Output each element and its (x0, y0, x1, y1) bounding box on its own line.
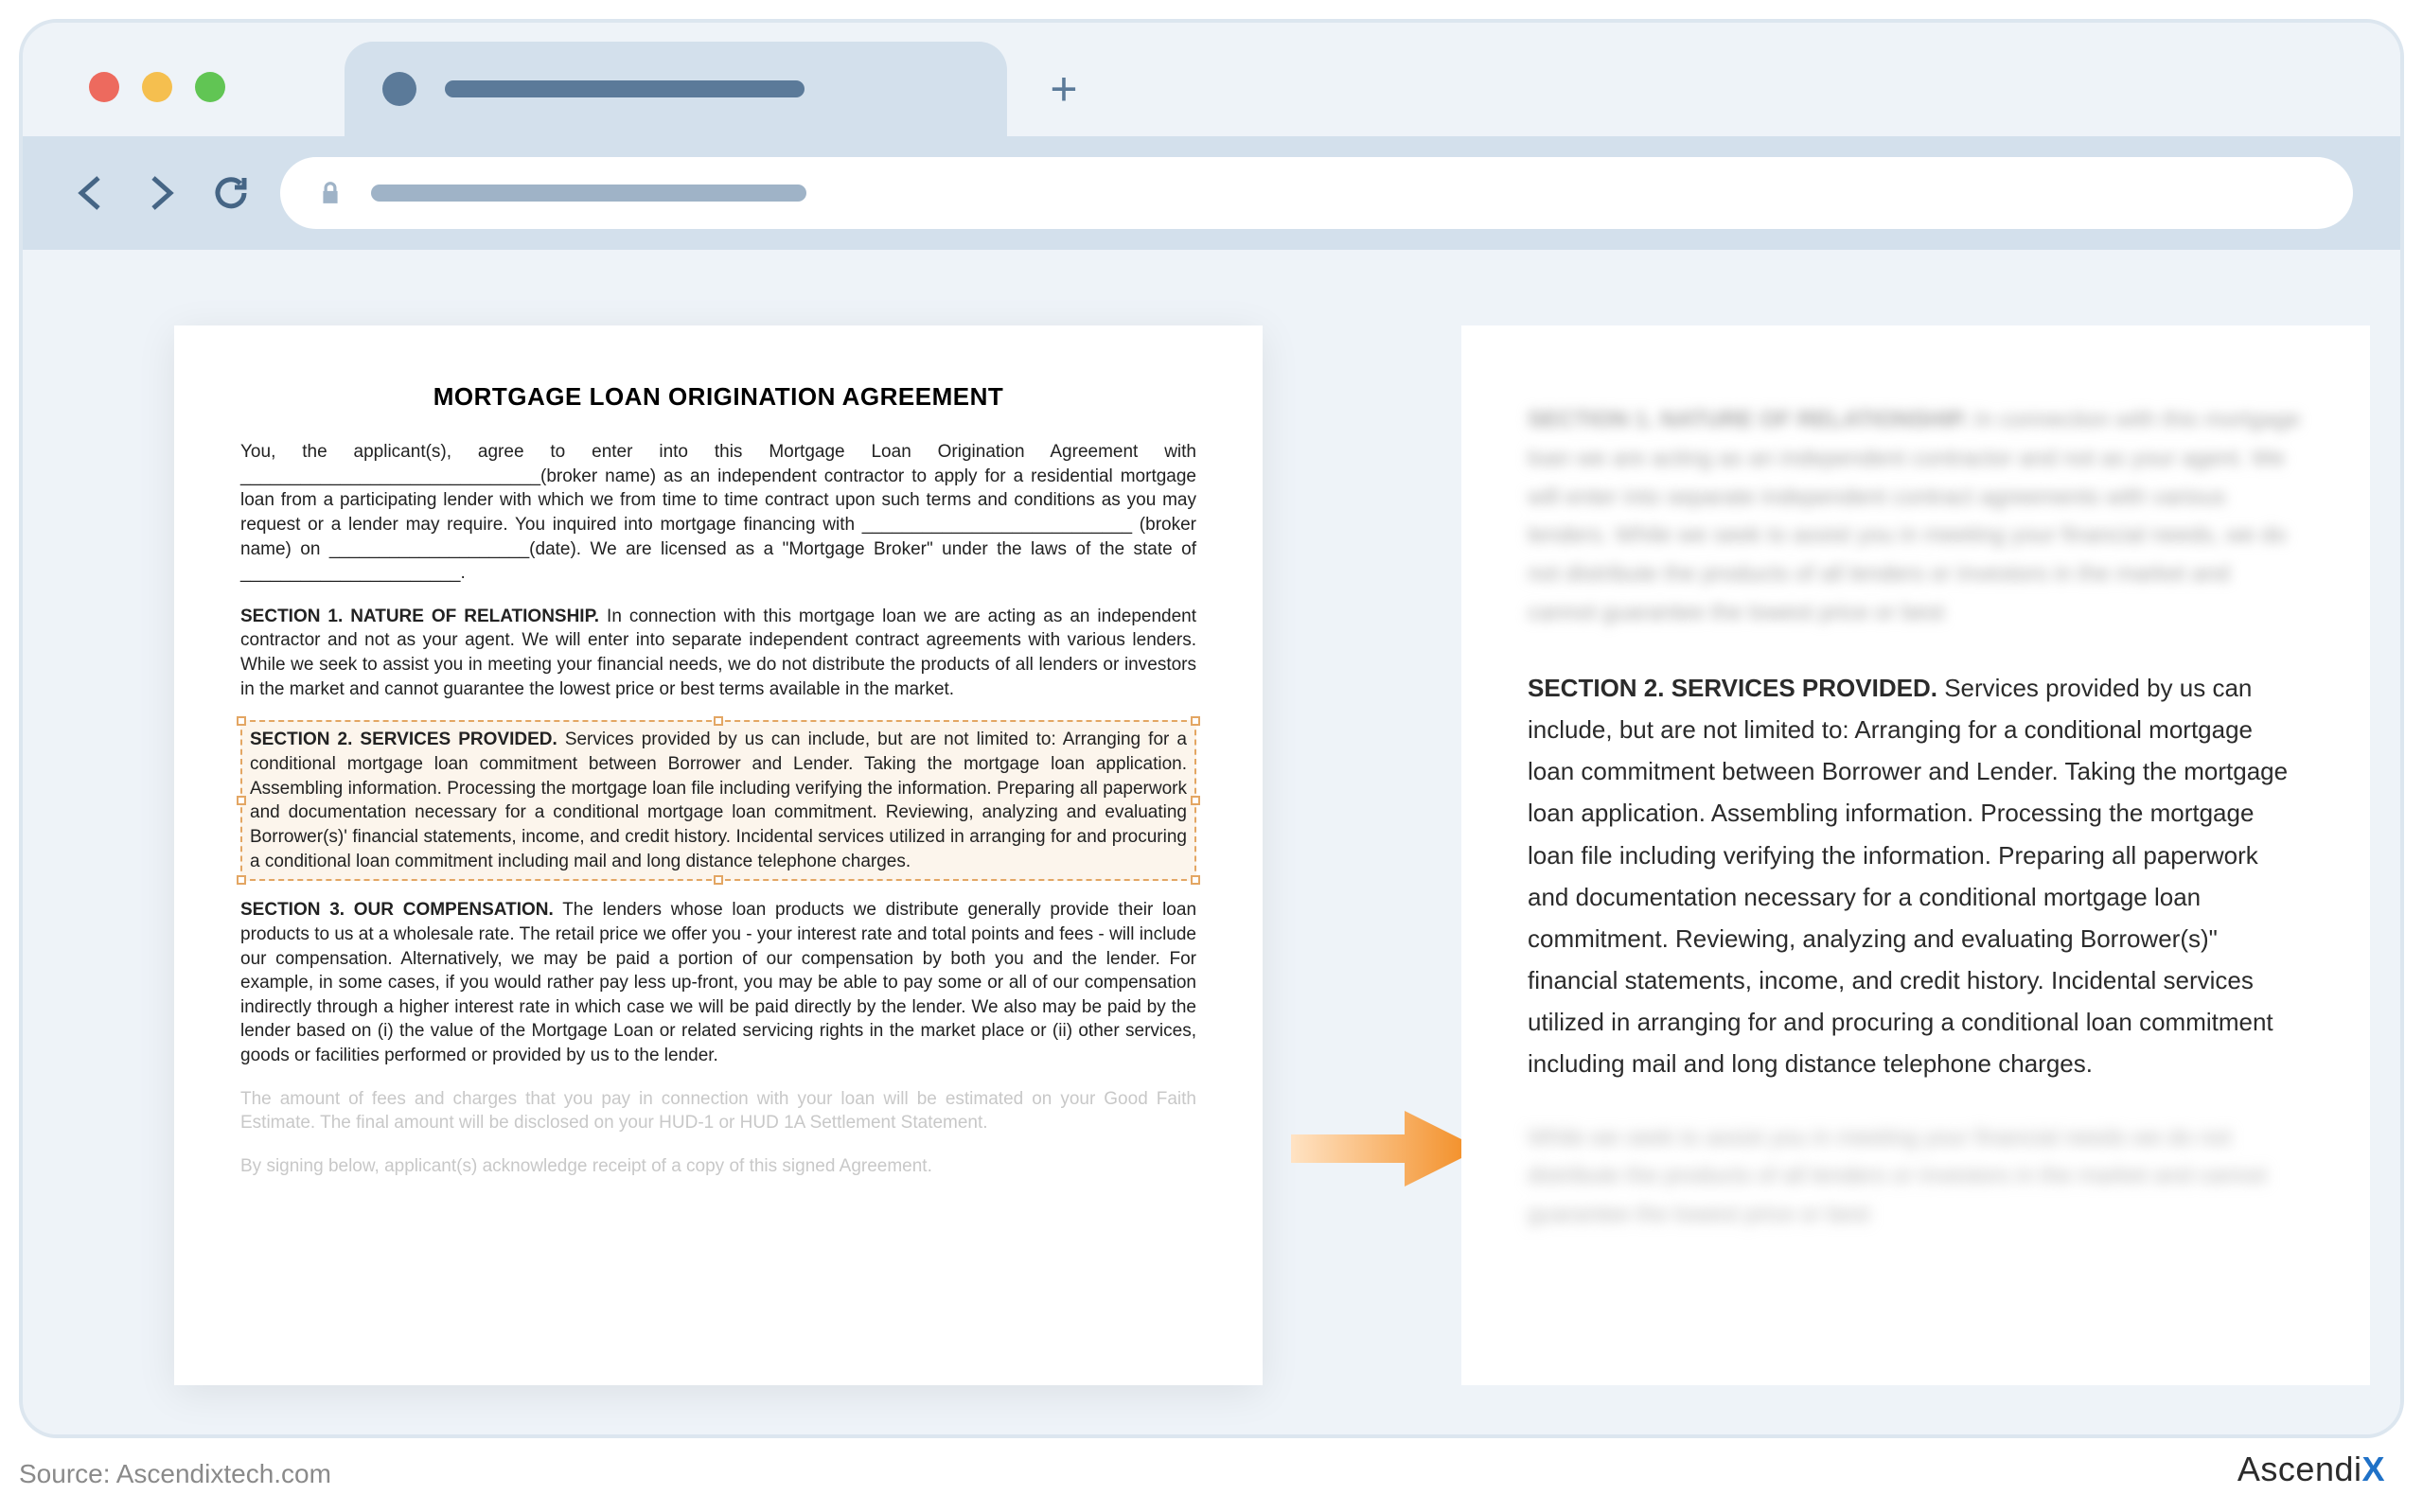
section-1-heading: SECTION 1. NATURE OF RELATIONSHIP. (240, 607, 599, 626)
tab-favicon-icon (382, 72, 416, 106)
extracted-heading: SECTION 2. SERVICES PROVIDED. (1528, 674, 1937, 702)
lock-icon (318, 181, 343, 205)
blurred-text-below: While we seek to assist you in meeting y… (1528, 1119, 2304, 1235)
extracted-body: Services provided by us can include, but… (1528, 674, 2288, 1079)
blurred-body: In connection with this mortgage loan we… (1528, 407, 2300, 625)
maximize-window-icon[interactable] (195, 72, 225, 102)
tab-bar: + (23, 23, 2400, 136)
new-tab-button[interactable]: + (1045, 42, 1083, 136)
document-section-2: SECTION 2. SERVICES PROVIDED. Services p… (250, 728, 1187, 873)
brand-text-a: Ascendi (2237, 1450, 2362, 1488)
document-title: MORTGAGE LOAN ORIGINATION AGREEMENT (240, 382, 1196, 412)
forward-button[interactable] (140, 172, 182, 214)
selection-handle-icon[interactable] (1191, 875, 1200, 885)
tab-title-placeholder (445, 80, 805, 97)
selection-handle-icon[interactable] (1191, 796, 1200, 805)
reload-button[interactable] (210, 172, 252, 214)
window-controls (89, 72, 225, 102)
section-3-heading: SECTION 3. OUR COMPENSATION. (240, 900, 554, 920)
browser-window: + MORTGAGE LOAN ORIGINATION AGREEMENT Yo… (19, 19, 2404, 1438)
selection-handle-icon[interactable] (237, 796, 246, 805)
address-bar[interactable] (280, 157, 2353, 229)
source-attribution: Source: Ascendixtech.com (19, 1459, 331, 1489)
section-3-body: The lenders whose loan products we distr… (240, 900, 1196, 1065)
selection-handle-icon[interactable] (714, 875, 723, 885)
url-placeholder (371, 185, 806, 202)
section-2-body: Services provided by us can include, but… (250, 730, 1187, 870)
nav-bar (23, 136, 2400, 250)
extraction-arrow-icon (1291, 1101, 1480, 1196)
extracted-text-panel: SECTION 1. NATURE OF RELATIONSHIP. In co… (1461, 325, 2370, 1385)
selection-handle-icon[interactable] (237, 716, 246, 726)
brand-logo: AscendiX (2237, 1450, 2385, 1489)
section-2-heading: SECTION 2. SERVICES PROVIDED. (250, 730, 557, 749)
content-area: MORTGAGE LOAN ORIGINATION AGREEMENT You,… (23, 250, 2400, 1434)
document-section-3: SECTION 3. OUR COMPENSATION. The lenders… (240, 898, 1196, 1067)
selection-handle-icon[interactable] (714, 716, 723, 726)
selection-highlight[interactable]: SECTION 2. SERVICES PROVIDED. Services p… (240, 720, 1196, 881)
document-section-1: SECTION 1. NATURE OF RELATIONSHIP. In co… (240, 605, 1196, 702)
selection-handle-icon[interactable] (1191, 716, 1200, 726)
back-button[interactable] (70, 172, 112, 214)
document-signing-paragraph: By signing below, applicant(s) acknowled… (240, 1154, 1196, 1179)
minimize-window-icon[interactable] (142, 72, 172, 102)
blurred-heading: SECTION 1. NATURE OF RELATIONSHIP. (1528, 407, 1968, 432)
brand-text-b: X (2361, 1450, 2385, 1488)
browser-tab[interactable] (345, 42, 1007, 136)
selection-handle-icon[interactable] (237, 875, 246, 885)
source-document: MORTGAGE LOAN ORIGINATION AGREEMENT You,… (174, 325, 1263, 1385)
document-fees-paragraph: The amount of fees and charges that you … (240, 1087, 1196, 1135)
close-window-icon[interactable] (89, 72, 119, 102)
extracted-section-2: SECTION 2. SERVICES PROVIDED. Services p… (1528, 667, 2304, 1085)
blurred-text-above: SECTION 1. NATURE OF RELATIONSHIP. In co… (1528, 401, 2304, 633)
document-intro: You, the applicant(s), agree to enter in… (240, 440, 1196, 586)
